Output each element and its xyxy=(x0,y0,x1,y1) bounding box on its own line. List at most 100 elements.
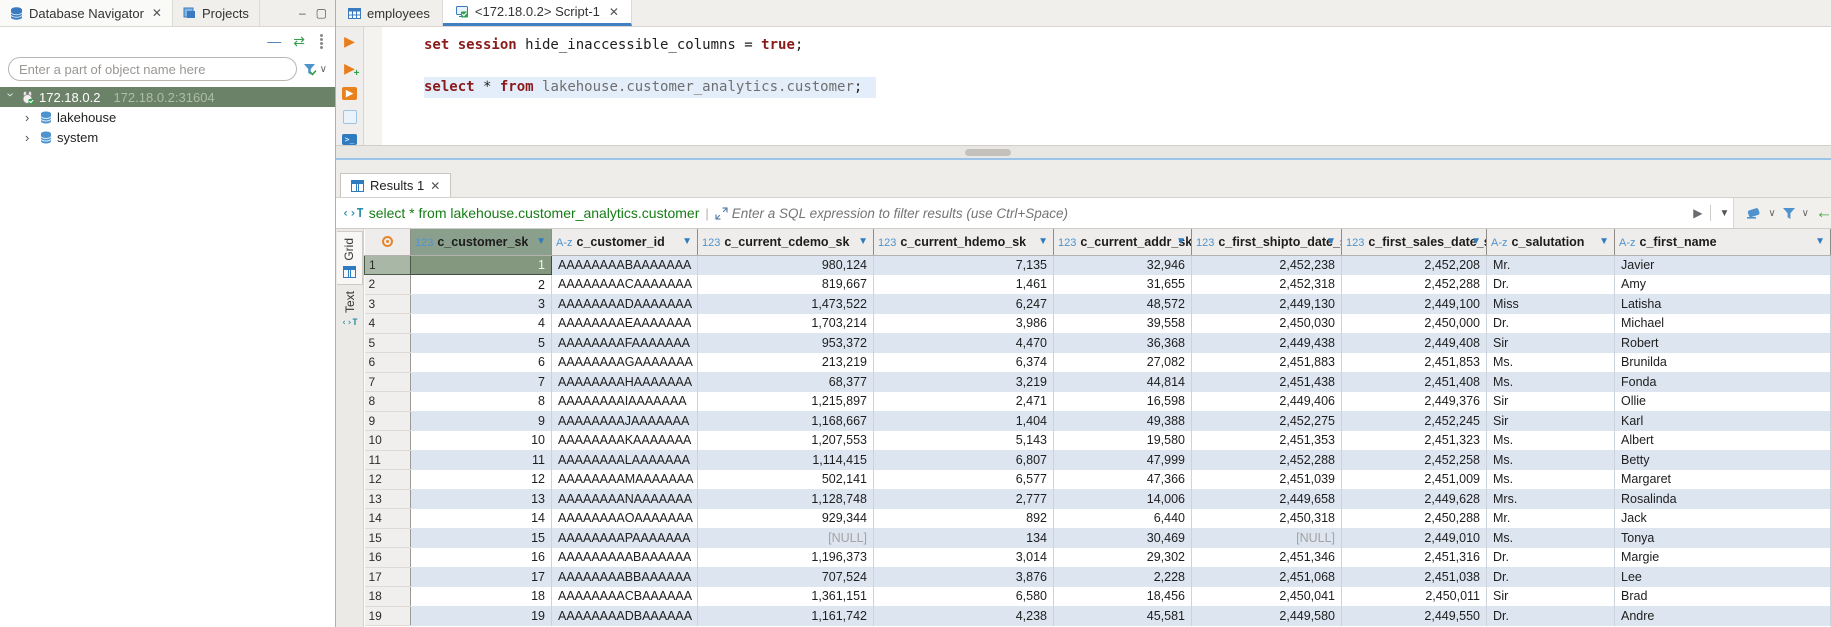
grid-cell[interactable]: 1,207,553 xyxy=(698,431,874,451)
execute-statement-button[interactable]: ▶ xyxy=(341,33,359,50)
grid-cell[interactable]: AAAAAAAACBAAAAAA xyxy=(552,587,698,607)
grid-cell[interactable]: 19 xyxy=(411,606,552,626)
grid-cell[interactable]: 47,366 xyxy=(1054,470,1192,490)
grid-cell[interactable]: 929,344 xyxy=(698,509,874,529)
tab-script-1[interactable]: <172.18.0.2> Script-1 ✕ xyxy=(443,0,632,26)
grid-cell[interactable]: 11 xyxy=(411,450,552,470)
grid-cell[interactable]: 2,451,346 xyxy=(1192,548,1342,568)
grid-cell[interactable]: 2,449,130 xyxy=(1192,294,1342,314)
grid-cell[interactable]: 1,703,214 xyxy=(698,314,874,334)
result-grid[interactable]: 123c_customer_sk▼A-zc_customer_id▼123c_c… xyxy=(364,229,1831,627)
row-header[interactable]: 10 xyxy=(365,431,411,451)
sort-dropdown-icon[interactable]: ▼ xyxy=(1326,236,1336,247)
grid-cell[interactable]: AAAAAAAABAAAAAAA xyxy=(552,255,698,275)
grid-cell[interactable]: Dr. xyxy=(1487,275,1615,295)
sql-filter-input[interactable] xyxy=(732,206,1685,221)
expand-filter-icon[interactable] xyxy=(715,207,728,220)
grid-cell[interactable]: Ms. xyxy=(1487,431,1615,451)
grid-cell[interactable]: Betty xyxy=(1615,450,1831,470)
grid-cell[interactable]: 45,581 xyxy=(1054,606,1192,626)
grid-cell[interactable]: Albert xyxy=(1615,431,1831,451)
sort-dropdown-icon[interactable]: ▼ xyxy=(858,236,868,247)
grid-cell[interactable]: 16,598 xyxy=(1054,392,1192,412)
grid-cell[interactable]: Mrs. xyxy=(1487,489,1615,509)
grid-cell[interactable]: 2,451,038 xyxy=(1342,567,1487,587)
row-header[interactable]: 7 xyxy=(365,372,411,392)
grid-cell[interactable]: 13 xyxy=(411,489,552,509)
grid-cell[interactable]: 1,168,667 xyxy=(698,411,874,431)
grid-cell[interactable]: Michael xyxy=(1615,314,1831,334)
grid-cell[interactable]: 2,450,041 xyxy=(1192,587,1342,607)
grid-cell[interactable]: Brad xyxy=(1615,587,1831,607)
grid-cell[interactable]: 2,451,438 xyxy=(1192,372,1342,392)
grid-cell[interactable]: 6,247 xyxy=(874,294,1054,314)
grid-cell[interactable]: 5,143 xyxy=(874,431,1054,451)
presentation-tab-grid[interactable]: Grid xyxy=(337,231,363,285)
grid-cell[interactable]: 6,440 xyxy=(1054,509,1192,529)
grid-cell[interactable]: Andre xyxy=(1615,606,1831,626)
grid-cell[interactable]: 2,451,068 xyxy=(1192,567,1342,587)
grid-cell[interactable]: AAAAAAAANAAAAAAA xyxy=(552,489,698,509)
row-header[interactable]: 18 xyxy=(365,587,411,607)
grid-cell[interactable]: AAAAAAAAGAAAAAAA xyxy=(552,353,698,373)
sort-dropdown-icon[interactable]: ▼ xyxy=(1176,236,1186,247)
close-icon[interactable]: ✕ xyxy=(152,6,162,20)
grid-cell[interactable]: 1,461 xyxy=(874,275,1054,295)
grid-cell[interactable]: Jack xyxy=(1615,509,1831,529)
row-header[interactable]: 15 xyxy=(365,528,411,548)
grid-cell[interactable]: 7,135 xyxy=(874,255,1054,275)
presentation-tab-text[interactable]: Text ‹›T xyxy=(337,285,363,334)
grid-cell[interactable]: 19,580 xyxy=(1054,431,1192,451)
link-with-editor-icon[interactable]: ⇄ xyxy=(293,33,305,50)
row-header[interactable]: 3 xyxy=(365,294,411,314)
column-header-c_current_cdemo_sk[interactable]: 123c_current_cdemo_sk▼ xyxy=(698,229,874,255)
grid-cell[interactable]: Sir xyxy=(1487,392,1615,412)
grid-cell[interactable]: 5 xyxy=(411,333,552,353)
chevron-down-icon[interactable]: ∨ xyxy=(1768,208,1775,219)
grid-cell[interactable]: [NULL] xyxy=(698,528,874,548)
row-header[interactable]: 8 xyxy=(365,392,411,412)
grid-cell[interactable]: Dr. xyxy=(1487,314,1615,334)
tab-results-1[interactable]: Results 1 ✕ xyxy=(340,173,451,197)
sql-code[interactable]: set session hide_inaccessible_columns = … xyxy=(382,27,1831,145)
row-header[interactable]: 16 xyxy=(365,548,411,568)
sort-dropdown-icon[interactable]: ▼ xyxy=(1815,236,1825,247)
grid-cell[interactable]: 2,452,245 xyxy=(1342,411,1487,431)
grid-cell[interactable]: 44,814 xyxy=(1054,372,1192,392)
grid-cell[interactable]: 39,558 xyxy=(1054,314,1192,334)
grid-cell[interactable]: 17 xyxy=(411,567,552,587)
row-header[interactable]: 5 xyxy=(365,333,411,353)
sql-line[interactable] xyxy=(424,56,1831,77)
grid-cell[interactable]: Ms. xyxy=(1487,528,1615,548)
grid-cell[interactable]: 32,946 xyxy=(1054,255,1192,275)
grid-cell[interactable]: 6,807 xyxy=(874,450,1054,470)
chevron-down-icon[interactable]: ∨ xyxy=(1802,208,1809,219)
grid-cell[interactable]: 1,473,522 xyxy=(698,294,874,314)
grid-cell[interactable]: 2,449,376 xyxy=(1342,392,1487,412)
grid-cell[interactable]: 8 xyxy=(411,392,552,412)
row-header[interactable]: 1 xyxy=(365,255,411,275)
grid-cell[interactable]: Sir xyxy=(1487,587,1615,607)
grid-cell[interactable]: Margie xyxy=(1615,548,1831,568)
grid-cell[interactable]: 30,469 xyxy=(1054,528,1192,548)
tab-database-navigator[interactable]: Database Navigator ✕ xyxy=(0,0,173,26)
expand-caret-icon[interactable]: › xyxy=(25,130,35,145)
grid-cell[interactable]: 3,876 xyxy=(874,567,1054,587)
grid-cell[interactable]: 502,141 xyxy=(698,470,874,490)
grid-cell[interactable]: Sir xyxy=(1487,411,1615,431)
grid-cell[interactable]: [NULL] xyxy=(1192,528,1342,548)
minimize-button[interactable]: – xyxy=(299,8,306,18)
grid-cell[interactable]: 707,524 xyxy=(698,567,874,587)
grid-cell[interactable]: 2,450,288 xyxy=(1342,509,1487,529)
grid-cell[interactable]: 1,114,415 xyxy=(698,450,874,470)
grid-cell[interactable]: 1 xyxy=(411,255,552,275)
grid-cell[interactable]: 1,404 xyxy=(874,411,1054,431)
grid-cell[interactable]: 2 xyxy=(411,275,552,295)
grid-cell[interactable]: 2,452,318 xyxy=(1192,275,1342,295)
grid-cell[interactable]: 3,014 xyxy=(874,548,1054,568)
grid-cell[interactable]: 12 xyxy=(411,470,552,490)
grid-cell[interactable]: Latisha xyxy=(1615,294,1831,314)
column-header-c_current_addr_sk[interactable]: 123c_current_addr_sk▼ xyxy=(1054,229,1192,255)
grid-cell[interactable]: 2,451,039 xyxy=(1192,470,1342,490)
expand-caret-icon[interactable]: › xyxy=(25,110,35,125)
